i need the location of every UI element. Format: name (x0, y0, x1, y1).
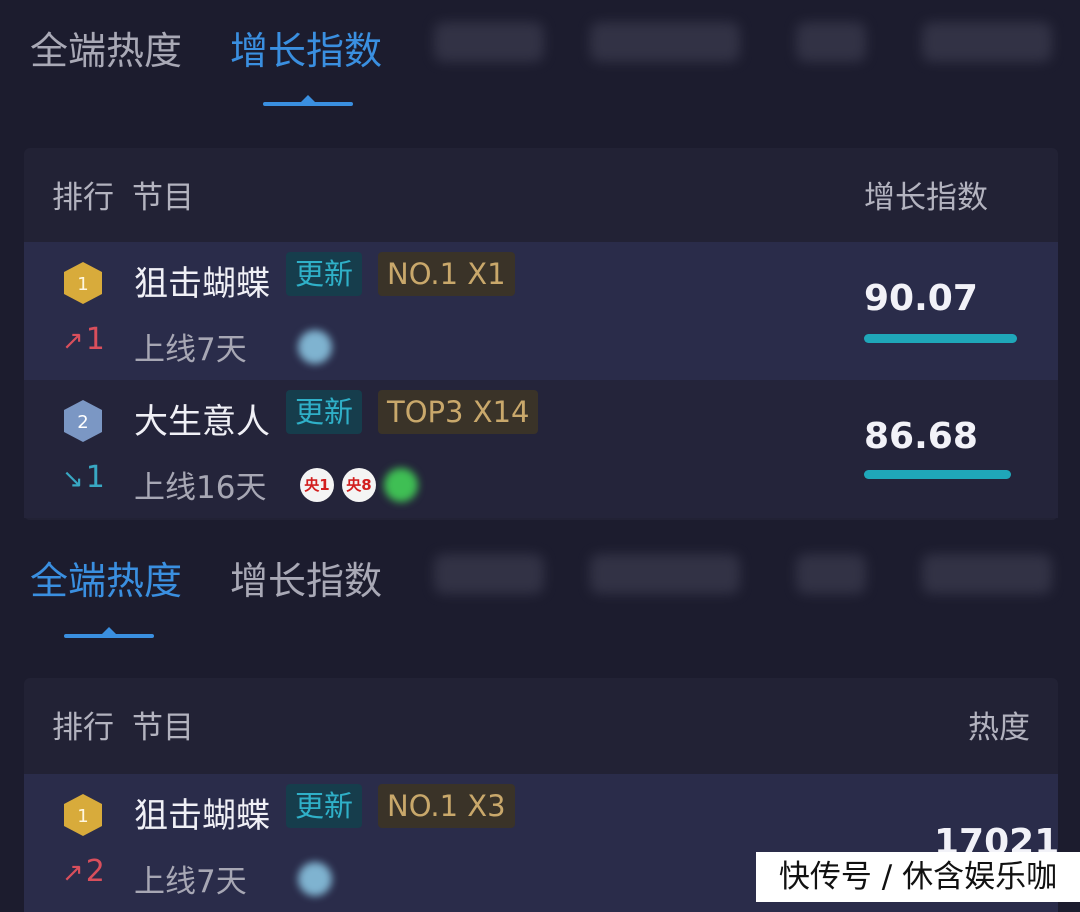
trend-indicator: ↗2 (62, 854, 105, 889)
online-days: 上线16天 (134, 470, 267, 506)
rank-record-tag: TOP3 X14 (378, 390, 539, 434)
program-title[interactable]: 狙击蝴蝶 (134, 256, 270, 305)
header-program: 节目 (132, 180, 194, 216)
rank-record-tag: NO.1 X1 (378, 252, 515, 296)
tab-growth-index[interactable]: 增长指数 (230, 550, 382, 605)
platform-logo-icon (298, 862, 332, 896)
header-rank: 排行 (52, 180, 114, 216)
rank-number: 2 (77, 412, 88, 433)
growth-value: 86.68 (864, 416, 978, 457)
list-item[interactable]: 1 狙击蝴蝶 更新 NO.1 X1 ↗1 上线7天 90.07 (24, 242, 1058, 380)
trend-up-icon: ↗ (62, 326, 84, 356)
trend-up-icon: ↗ (62, 858, 84, 888)
tab-blurred-1[interactable] (434, 22, 544, 62)
rank-record-tag: NO.1 X3 (378, 784, 515, 828)
growth-ranking-list: 排行 节目 增长指数 1 狙击蝴蝶 更新 NO.1 X1 ↗1 上线7天 90.… (24, 148, 1058, 520)
tab-blurred-1[interactable] (434, 554, 544, 594)
channel-chip-cctv1: 央1 (300, 468, 334, 502)
trend-down-icon: ↘ (62, 464, 84, 494)
list-header: 排行 节目 增长指数 (24, 148, 1058, 238)
tab-growth-index[interactable]: 增长指数 (230, 20, 382, 75)
rank-badge-gold: 1 (64, 262, 102, 304)
tab-blurred-3[interactable] (796, 22, 866, 62)
tab-blurred-3[interactable] (796, 554, 866, 594)
platform-logo-icon (298, 330, 332, 364)
growth-value: 90.07 (864, 278, 978, 319)
channel-chip-cctv8: 央8 (342, 468, 376, 502)
rank-badge-gold: 1 (64, 794, 102, 836)
trend-indicator: ↗1 (62, 322, 105, 357)
update-tag: 更新 (286, 252, 363, 296)
active-tab-indicator (263, 95, 353, 106)
tab-blurred-4[interactable] (922, 554, 1052, 594)
growth-bar (864, 334, 1017, 343)
header-heat[interactable]: 热度 (968, 702, 1030, 747)
list-header: 排行 节目 热度 (24, 678, 1058, 768)
growth-bar (864, 470, 1011, 479)
list-item[interactable]: 2 大生意人 更新 TOP3 X14 ↘1 上线16天 央1 央8 86.68 (24, 380, 1058, 518)
program-title[interactable]: 狙击蝴蝶 (134, 788, 270, 837)
rank-number: 1 (77, 806, 88, 827)
growth-index-section: 全端热度 增长指数 排行 节目 增长指数 1 狙击蝴蝶 更新 NO.1 X1 ↗… (0, 0, 1080, 528)
platform-logo-icon (384, 468, 418, 502)
update-tag: 更新 (286, 784, 363, 828)
tab-blurred-2[interactable] (590, 554, 740, 594)
online-days: 上线7天 (134, 864, 247, 900)
program-title[interactable]: 大生意人 (134, 394, 270, 443)
header-growth-index[interactable]: 增长指数 (864, 172, 988, 217)
tab-bar: 全端热度 增长指数 (0, 0, 1080, 120)
header-program: 节目 (132, 710, 194, 746)
online-days: 上线7天 (134, 332, 247, 368)
update-tag: 更新 (286, 390, 363, 434)
tab-bar: 全端热度 增长指数 (0, 528, 1080, 648)
tab-blurred-4[interactable] (922, 22, 1052, 62)
rank-badge-silver: 2 (64, 400, 102, 442)
rank-number: 1 (77, 274, 88, 295)
tab-blurred-2[interactable] (590, 22, 740, 62)
tab-all-heat[interactable]: 全端热度 (30, 20, 182, 75)
active-tab-indicator (64, 627, 154, 638)
header-rank: 排行 (52, 710, 114, 746)
trend-indicator: ↘1 (62, 460, 105, 495)
tab-all-heat[interactable]: 全端热度 (30, 550, 182, 605)
all-heat-section: 全端热度 增长指数 排行 节目 热度 1 狙击蝴蝶 更新 NO.1 X3 ↗2 … (0, 528, 1080, 912)
watermark: 快传号 / 休含娱乐咖 (756, 852, 1080, 902)
